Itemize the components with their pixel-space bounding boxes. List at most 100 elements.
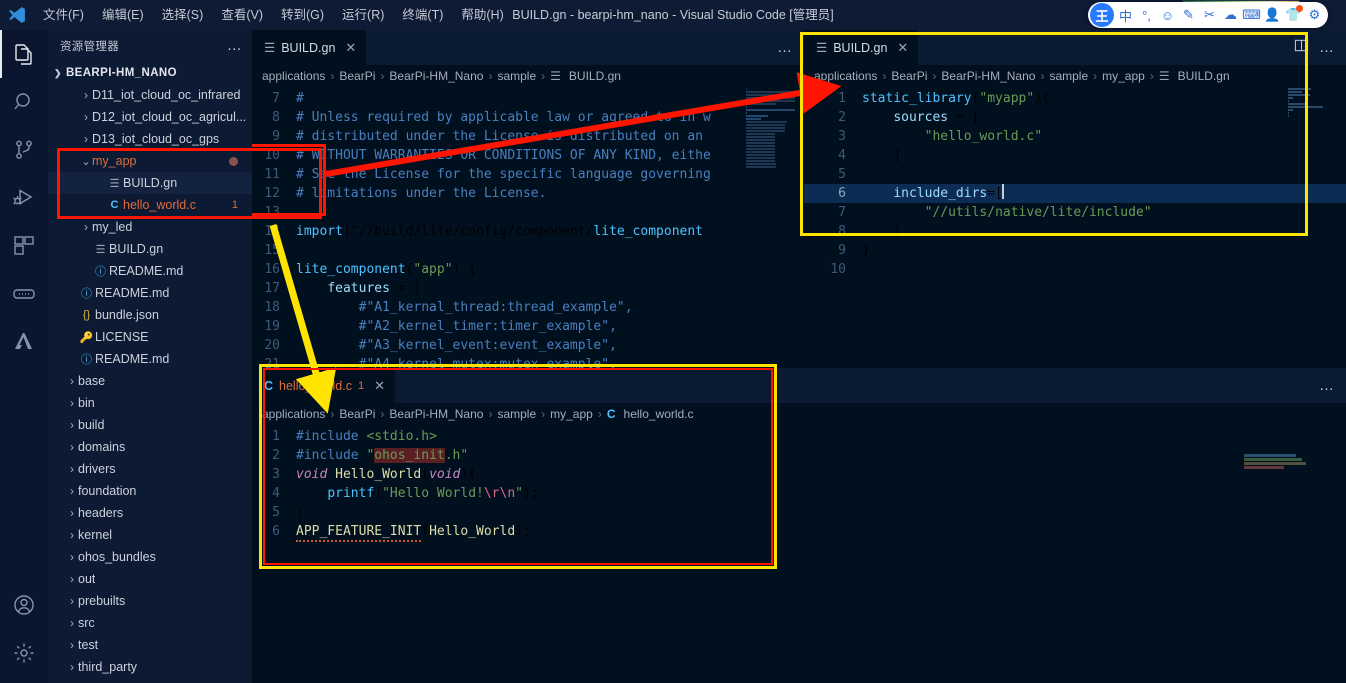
code-line[interactable]: 14 import("//build/lite/config/component/…	[252, 222, 804, 241]
sidebar-item-explorer[interactable]	[0, 30, 48, 78]
code-line[interactable]: 13	[252, 203, 804, 222]
code-line[interactable]: 4 printf("Hello World!\r\n");	[252, 484, 804, 503]
minimap-bottomright[interactable]	[1216, 453, 1346, 683]
breadcrumb-segment[interactable]: my_app	[1102, 69, 1145, 83]
breadcrumb-segment[interactable]: sample	[497, 407, 536, 421]
code-line[interactable]: 11 # See the License for the specific lan…	[252, 165, 804, 184]
tree-item-license[interactable]: 🔑 LICENSE	[48, 326, 252, 348]
code-line[interactable]: 7 #	[252, 89, 804, 108]
code-line[interactable]: 16 lite_component("app") {	[252, 260, 804, 279]
tree-item-foundation[interactable]: › foundation	[48, 480, 252, 502]
code-line[interactable]: 7 "//utils/native/lite/include"	[804, 203, 1346, 222]
code-line[interactable]: 5	[804, 165, 1346, 184]
breadcrumb-segment[interactable]: BearPi	[891, 69, 927, 83]
ime-skin-icon[interactable]: 👕	[1284, 3, 1303, 27]
code-bottom[interactable]: 1 #include <stdio.h> 2 #include "ohos_init.…	[252, 425, 804, 542]
split-editor-icon[interactable]	[1294, 38, 1309, 57]
menu-view[interactable]: 查看(V)	[212, 0, 272, 30]
code-line[interactable]: 21 #"A4_kernel_mutex:mutex_example",	[252, 355, 804, 368]
ime-scissors-icon[interactable]: ✂	[1200, 3, 1219, 27]
ime-toolbar[interactable]: 王 中 °, ☺ ✎ ✂ ☁ ⌨ 👤 👕 ⚙	[1088, 2, 1328, 28]
editor-more-icon[interactable]: …	[777, 39, 792, 56]
breadcrumb-segment[interactable]: BearPi-HM_Nano	[389, 407, 483, 421]
code-line[interactable]: 10 # WITHOUT WARRANTIES OR CONDITIONS OF …	[252, 146, 804, 165]
editor-more-icon[interactable]: …	[1319, 377, 1334, 394]
breadcrumb-segment[interactable]: my_app	[550, 407, 593, 421]
breadcrumb-segment[interactable]: applications	[262, 407, 325, 421]
tree-item-out[interactable]: › out	[48, 568, 252, 590]
breadcrumb-main[interactable]: applications › BearPi › BearPi-HM_Nano › sampl…	[252, 65, 804, 87]
code-line[interactable]: 2 sources = [	[804, 108, 1346, 127]
code-line[interactable]: 10	[804, 260, 1346, 279]
tree-item-domains[interactable]: › domains	[48, 436, 252, 458]
ime-settings-icon[interactable]: ⚙	[1305, 3, 1324, 27]
close-icon[interactable]: ✕	[374, 378, 385, 394]
tree-item-hello-world-c[interactable]: Chello_world.c 1	[48, 194, 252, 216]
tree-item-build-gn[interactable]: ☰ BUILD.gn	[48, 172, 252, 194]
tree-item-base[interactable]: › base	[48, 370, 252, 392]
minimap-main[interactable]	[742, 87, 804, 368]
gear-icon[interactable]	[0, 629, 48, 677]
code-topright[interactable]: 1 static_library("myapp"){2 sources = [3 …	[804, 87, 1346, 279]
code-line[interactable]: 12 # limitations under the License.	[252, 184, 804, 203]
code-line[interactable]: 2 #include "ohos_init.h"	[252, 446, 804, 465]
tree-item-my-led[interactable]: › my_led	[48, 216, 252, 238]
sidebar-item-source-control[interactable]	[0, 126, 48, 174]
breadcrumb-segment[interactable]: BearPi	[339, 69, 375, 83]
tree-item-test[interactable]: › test	[48, 634, 252, 656]
breadcrumb-segment[interactable]: sample	[497, 69, 536, 83]
menu-bar[interactable]: 文件(F) 编辑(E) 选择(S) 查看(V) 转到(G) 运行(R) 终端(T…	[34, 0, 513, 30]
code-line[interactable]: 3 void Hello_World(void){	[252, 465, 804, 484]
code-line[interactable]: 8 # Unless required by applicable law or …	[252, 108, 804, 127]
close-icon[interactable]: ✕	[345, 40, 356, 56]
tree-item-readme-md[interactable]: ⓘ README.md	[48, 282, 252, 304]
code-line[interactable]: 18 #"A1_kernal_thread:thread_example",	[252, 298, 804, 317]
breadcrumb-segment[interactable]: BearPi-HM_Nano	[389, 69, 483, 83]
tree-item-build[interactable]: › build	[48, 414, 252, 436]
ime-pen-icon[interactable]: ✎	[1179, 3, 1198, 27]
tree-item-readme-md[interactable]: ⓘ README.md	[48, 348, 252, 370]
ime-keyboard-icon[interactable]: ⌨	[1242, 3, 1261, 27]
tree-item-kernel[interactable]: › kernel	[48, 524, 252, 546]
sidebar-item-run-debug[interactable]	[0, 174, 48, 222]
explorer-more-icon[interactable]: …	[227, 38, 242, 53]
sidebar-item-extensions[interactable]	[0, 222, 48, 270]
code-line[interactable]: 15	[252, 241, 804, 260]
tree-item-readme-md[interactable]: ⓘ README.md	[48, 260, 252, 282]
tree-item-headers[interactable]: › headers	[48, 502, 252, 524]
tab-hello-world-c[interactable]: C hello_world.c 1 ✕	[252, 368, 397, 403]
tree-item-bin[interactable]: › bin	[48, 392, 252, 414]
ime-logo-icon[interactable]: 王	[1090, 3, 1114, 27]
menu-goto[interactable]: 转到(G)	[272, 0, 333, 30]
tree-item-bundle-json[interactable]: {} bundle.json	[48, 304, 252, 326]
code-line[interactable]: 20 #"A3_kernel_event:event_example",	[252, 336, 804, 355]
ime-chinese-mode-icon[interactable]: 中	[1116, 3, 1135, 27]
sidebar-item-search[interactable]	[0, 78, 48, 126]
menu-terminal[interactable]: 终端(T)	[393, 0, 452, 30]
ime-cloud-icon[interactable]: ☁	[1221, 3, 1240, 27]
explorer-root-folder[interactable]: ❯ BEARPI-HM_NANO	[48, 62, 252, 84]
close-icon[interactable]: ✕	[897, 40, 908, 56]
ime-account-icon[interactable]: 👤	[1263, 3, 1282, 27]
code-line[interactable]: 9 # distributed under the License is dist…	[252, 127, 804, 146]
minimap-topright[interactable]	[1284, 87, 1346, 368]
tab-build-gn-main[interactable]: ☰ BUILD.gn ✕	[252, 30, 368, 65]
tree-item-d13-iot-cloud-oc-gps[interactable]: › D13_iot_cloud_oc_gps	[48, 128, 252, 150]
tree-item-build-gn[interactable]: ☰ BUILD.gn	[48, 238, 252, 260]
code-line[interactable]: 6 APP_FEATURE_INIT(Hello_World);	[252, 522, 804, 542]
ime-punctuation-icon[interactable]: °,	[1137, 3, 1156, 27]
code-line[interactable]: 17 features = [	[252, 279, 804, 298]
code-line[interactable]: 8 ]	[804, 222, 1346, 241]
account-icon[interactable]	[0, 581, 48, 629]
menu-selection[interactable]: 选择(S)	[153, 0, 213, 30]
menu-run[interactable]: 运行(R)	[333, 0, 393, 30]
breadcrumb-segment[interactable]: BearPi	[339, 407, 375, 421]
menu-edit[interactable]: 编辑(E)	[93, 0, 153, 30]
code-line[interactable]: 3 "hello_world.c"	[804, 127, 1346, 146]
tree-item-prebuilts[interactable]: › prebuilts	[48, 590, 252, 612]
tree-item-my-app[interactable]: ⌄ my_app	[48, 150, 252, 172]
tree-item-d12-iot-cloud-oc-agricul---[interactable]: › D12_iot_cloud_oc_agricul...	[48, 106, 252, 128]
code-line[interactable]: 1 static_library("myapp"){	[804, 89, 1346, 108]
code-main[interactable]: 7 #8 # Unless required by applicable law o…	[252, 87, 804, 368]
breadcrumb-bottom[interactable]: applications › BearPi › BearPi-HM_Nano › sampl…	[252, 403, 804, 425]
